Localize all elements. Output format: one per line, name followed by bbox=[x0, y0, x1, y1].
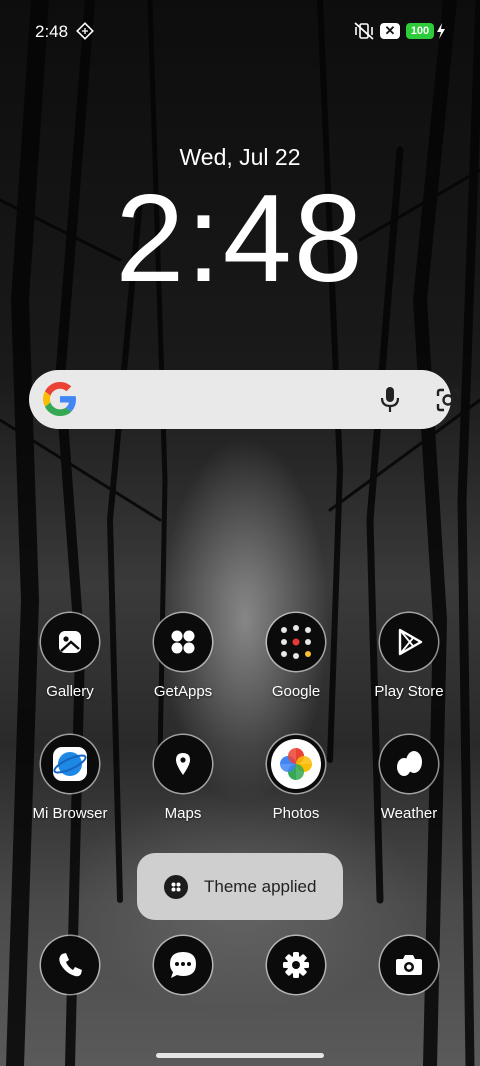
maps-icon bbox=[154, 735, 212, 793]
google-folder-icon bbox=[267, 613, 325, 671]
app-maps[interactable]: Maps bbox=[128, 735, 238, 822]
bolt-icon bbox=[437, 23, 445, 39]
app-getapps[interactable]: GetApps bbox=[128, 613, 238, 700]
phone-icon[interactable] bbox=[41, 936, 99, 994]
app-google-folder[interactable]: Google bbox=[241, 613, 351, 700]
app-play-store[interactable]: Play Store bbox=[354, 613, 464, 700]
google-lens-icon[interactable] bbox=[434, 386, 462, 414]
microphone-icon[interactable] bbox=[379, 386, 401, 414]
app-label: Google bbox=[271, 683, 321, 700]
toast-message: Theme applied bbox=[204, 877, 317, 896]
vibrate-off-icon bbox=[354, 22, 374, 40]
app-gallery[interactable]: Gallery bbox=[15, 613, 125, 700]
app-label: Maps bbox=[164, 805, 202, 822]
google-g-icon bbox=[43, 382, 76, 416]
home-gesture-bar[interactable] bbox=[156, 1053, 324, 1058]
messages-icon[interactable] bbox=[154, 936, 212, 994]
date-widget[interactable]: Wed, Jul 22 bbox=[0, 144, 480, 171]
theme-icon bbox=[164, 875, 188, 899]
app-label: Photos bbox=[272, 805, 320, 822]
theme-applied-toast: Theme applied bbox=[137, 853, 343, 920]
camera-icon[interactable] bbox=[380, 936, 438, 994]
no-signal-icon: ✕ bbox=[380, 23, 400, 39]
app-label: Gallery bbox=[46, 683, 94, 700]
app-photos[interactable]: Photos bbox=[241, 735, 351, 822]
status-bar: 2:48 ✕ 100 bbox=[0, 0, 480, 60]
photos-icon bbox=[267, 735, 325, 793]
battery-indicator: 100 bbox=[406, 23, 434, 39]
app-weather[interactable]: Weather bbox=[354, 735, 464, 822]
google-search-bar[interactable] bbox=[29, 370, 460, 429]
app-label: GetApps bbox=[153, 683, 213, 700]
app-label: Mi Browser bbox=[32, 805, 108, 822]
status-time: 2:48 bbox=[35, 22, 69, 41]
weather-icon bbox=[380, 735, 438, 793]
settings-icon[interactable] bbox=[267, 936, 325, 994]
browser-icon bbox=[41, 735, 99, 793]
app-label: Weather bbox=[380, 805, 438, 822]
gallery-icon bbox=[41, 613, 99, 671]
getapps-icon bbox=[154, 613, 212, 671]
play-store-icon bbox=[380, 613, 438, 671]
clock-widget[interactable]: 2:48 bbox=[0, 168, 480, 310]
app-mi-browser[interactable]: Mi Browser bbox=[15, 735, 125, 822]
diamond-grid-icon bbox=[76, 22, 94, 40]
app-label: Play Store bbox=[374, 683, 444, 700]
